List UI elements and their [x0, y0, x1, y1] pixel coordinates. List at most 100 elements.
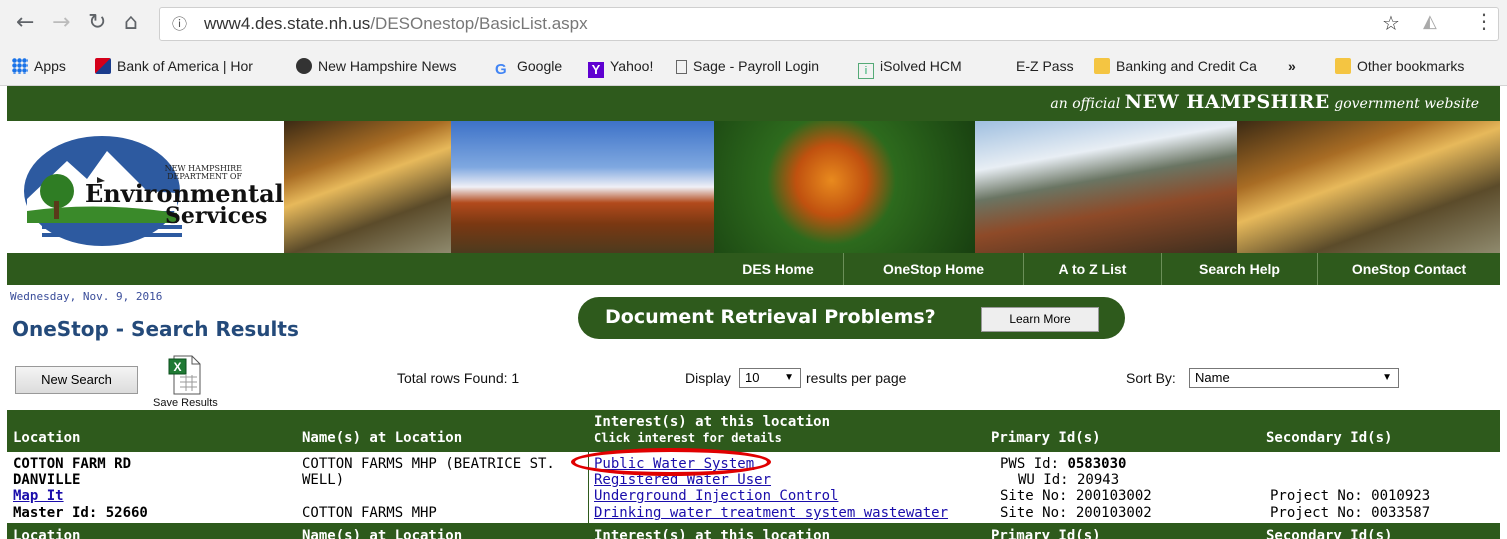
bookmark-yahoo[interactable]: Y Yahoo!: [588, 58, 653, 78]
menu-search-help[interactable]: Search Help: [1162, 253, 1317, 285]
pws-id: PWS Id: 0583030: [1000, 456, 1126, 472]
home-icon[interactable]: ⌂: [124, 10, 138, 36]
url-host: www4.des.state.nh.us: [204, 14, 371, 33]
master-id: Master Id: 52660: [13, 505, 148, 521]
header-primary-ids: Primary Id(s): [991, 430, 1101, 446]
menu-onestop-home[interactable]: OneStop Home: [844, 253, 1023, 285]
header-location: Location: [13, 430, 81, 446]
pws-value: 0583030: [1067, 456, 1127, 472]
yahoo-icon: Y: [588, 62, 604, 78]
bookmark-label: Apps: [34, 58, 66, 74]
bookmark-label: Yahoo!: [610, 58, 654, 74]
highlight-circle: [571, 448, 771, 476]
menu-des-home[interactable]: DES Home: [713, 253, 843, 285]
site-name-1-cont: WELL): [302, 472, 345, 488]
footer-header-secondary-ids: Secondary Id(s): [1266, 528, 1393, 539]
footer-header-names: Name(s) at Location: [302, 528, 463, 539]
extension-icon[interactable]: ◭: [1423, 11, 1437, 32]
forward-icon[interactable]: →: [52, 10, 70, 36]
bookmarks-overflow[interactable]: »: [1288, 58, 1296, 74]
bookmark-label: New Hampshire News: [318, 58, 457, 74]
bookmark-label: Other bookmarks: [1357, 58, 1465, 74]
bookmark-label: Sage - Payroll Login: [693, 58, 820, 74]
official-state: NEW HAMPSHIRE: [1124, 91, 1330, 113]
bookmark-banking[interactable]: Banking and Credit Ca: [1094, 58, 1257, 74]
menu-kebab-icon[interactable]: ⋮: [1474, 9, 1494, 33]
official-prefix: an official: [1050, 96, 1121, 112]
dropdown-arrow-icon: ▼: [1382, 372, 1392, 383]
star-icon[interactable]: ☆: [1382, 11, 1400, 35]
header-names: Name(s) at Location: [302, 430, 463, 446]
excel-icon[interactable]: X: [168, 355, 202, 399]
logo-services: Services: [165, 203, 268, 229]
results-per-page-label: results per page: [806, 370, 907, 386]
bookmark-label: Banking and Credit Ca: [1116, 58, 1257, 74]
site-name-2: COTTON FARMS MHP: [302, 505, 437, 521]
header-secondary-ids: Secondary Id(s): [1266, 430, 1393, 446]
new-search-button[interactable]: New Search: [15, 366, 138, 394]
dropdown-arrow-icon: ▼: [784, 372, 794, 383]
url-text[interactable]: www4.des.state.nh.us/DESOnestop/BasicLis…: [204, 14, 588, 34]
site-name-1: COTTON FARMS MHP (BEATRICE ST.: [302, 456, 555, 472]
official-suffix: government website: [1334, 96, 1479, 112]
bookmark-label: »: [1288, 58, 1296, 74]
project-no-1: Project No: 0010923: [1270, 488, 1431, 504]
page-title: OneStop - Search Results: [12, 317, 299, 341]
bookmark-bofa[interactable]: Bank of America | Hor: [95, 58, 253, 74]
bookmark-label: Google: [517, 58, 563, 74]
bookmark-google[interactable]: G Google: [495, 58, 562, 78]
bookmark-isolved[interactable]: i iSolved HCM: [858, 58, 962, 79]
photo-atv-trail-2: [1237, 121, 1500, 253]
header-interests-sub: Click interest for details: [594, 431, 782, 445]
project-no-2: Project No: 0033587: [1270, 505, 1431, 521]
current-date: Wednesday, Nov. 9, 2016: [10, 290, 163, 303]
svg-text:X: X: [173, 360, 181, 374]
footer-header-location: Location: [13, 528, 81, 539]
location-street: COTTON FARM RD: [13, 456, 132, 472]
bookmark-apps[interactable]: Apps: [12, 58, 66, 74]
map-it-link[interactable]: Map It: [13, 488, 64, 504]
footer-header-primary-ids: Primary Id(s): [991, 528, 1101, 539]
bookmark-other[interactable]: Other bookmarks: [1335, 58, 1464, 74]
table-footer-header: Location Name(s) at Location Interest(s)…: [7, 523, 1500, 539]
reload-icon[interactable]: ↻: [88, 10, 106, 36]
bookmark-label: E-Z Pass: [1016, 58, 1074, 74]
results-per-page-value: 10: [745, 370, 760, 385]
interest-underground-injection[interactable]: Underground Injection Control: [594, 488, 838, 504]
menu-a-to-z[interactable]: A to Z List: [1024, 253, 1161, 285]
wu-id: WU Id: 20943: [1018, 472, 1120, 488]
results-per-page-select[interactable]: 10 ▼: [739, 368, 801, 388]
google-icon: G: [495, 61, 507, 78]
page-icon: [676, 60, 687, 74]
news-icon: [296, 58, 312, 74]
save-results-label[interactable]: Save Results: [153, 397, 218, 409]
isolved-icon: i: [858, 63, 874, 79]
bookmark-ezpass[interactable]: E-Z Pass: [1016, 58, 1074, 74]
bookmark-sage[interactable]: Sage - Payroll Login: [676, 58, 819, 74]
photo-atv-trail: [284, 121, 451, 253]
sort-by-label: Sort By:: [1126, 370, 1176, 386]
url-path: /DESOnestop/BasicList.aspx: [370, 14, 588, 33]
learn-more-button[interactable]: Learn More: [981, 307, 1099, 332]
photo-butterfly: [714, 121, 975, 253]
sort-by-select[interactable]: Name ▼: [1189, 368, 1399, 388]
info-icon[interactable]: ⓘ: [172, 13, 187, 34]
back-icon[interactable]: ←: [16, 10, 34, 36]
location-town: DANVILLE: [13, 472, 81, 488]
folder-icon: [1335, 58, 1351, 74]
bookmark-label: Bank of America | Hor: [117, 58, 253, 74]
site-no-2: Site No: 200103002: [1000, 505, 1152, 521]
interest-drinking-water-wastewater[interactable]: Drinking water treatment system wastewat…: [594, 505, 948, 521]
footer-header-interests: Interest(s) at this location: [594, 528, 831, 539]
official-website-text: an official NEW HAMPSHIRE government web…: [1050, 91, 1479, 113]
photo-mountain: [975, 121, 1237, 253]
folder-icon: [1094, 58, 1110, 74]
sort-by-value: Name: [1195, 370, 1230, 385]
photo-autumn-field: [451, 121, 714, 253]
menu-onestop-contact[interactable]: OneStop Contact: [1318, 253, 1500, 285]
bookmark-nh-news[interactable]: New Hampshire News: [296, 58, 456, 74]
pws-label: PWS Id:: [1000, 456, 1060, 472]
bofa-icon: [95, 58, 111, 74]
header-interests: Interest(s) at this location: [594, 414, 831, 430]
apps-grid-icon: [12, 58, 28, 74]
